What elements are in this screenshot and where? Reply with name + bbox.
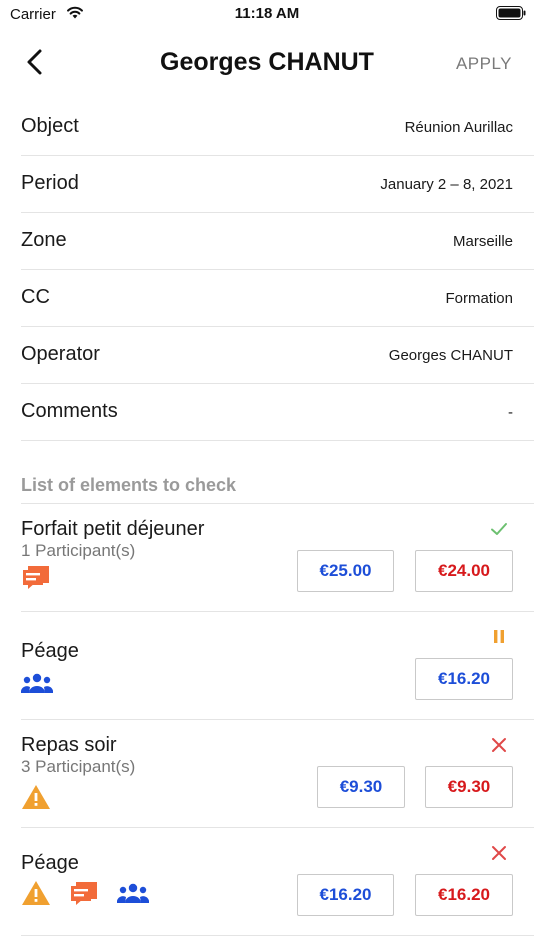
detail-value: Formation [445, 290, 513, 307]
detail-label: Comments [21, 400, 118, 422]
status-time: 11:18 AM [234, 5, 300, 22]
detail-row-object: Object Réunion Aurillac [21, 99, 534, 156]
section-title: List of elements to check [21, 475, 237, 495]
item-name: Péage [21, 852, 79, 874]
item-name: Forfait petit déjeuner [21, 518, 205, 540]
detail-value: Réunion Aurillac [404, 119, 513, 136]
comment-icon[interactable] [69, 878, 99, 908]
list-item[interactable]: Forfait petit déjeuner 1 Participant(s) … [21, 504, 534, 612]
item-name: Repas soir [21, 734, 117, 756]
warning-icon[interactable] [21, 784, 51, 810]
detail-label: Object [21, 115, 79, 137]
status-bar: Carrier 11:18 AM [0, 0, 534, 28]
item-icons [21, 562, 51, 592]
checked-amount-button[interactable]: €16.20 [415, 658, 513, 700]
cross-icon [492, 738, 506, 752]
detail-row-operator: Operator Georges CHANUT [21, 327, 534, 384]
detail-label: Period [21, 172, 79, 194]
cross-icon [492, 846, 506, 860]
detail-label: Zone [21, 229, 67, 251]
elements-list: Forfait petit déjeuner 1 Participant(s) … [0, 504, 534, 936]
original-amount-button[interactable]: €25.00 [297, 550, 394, 592]
warning-icon[interactable] [21, 880, 51, 906]
list-item[interactable]: Repas soir 3 Participant(s) €9.30 €9.30 [21, 720, 534, 828]
page-title: Georges CHANUT [160, 48, 374, 76]
apply-button[interactable]: APPLY [456, 54, 512, 74]
item-participants: 3 Participant(s) [21, 757, 136, 776]
group-icon[interactable] [21, 672, 53, 694]
details-list: Object Réunion Aurillac Period January 2… [0, 99, 534, 441]
original-amount-button[interactable]: €9.30 [317, 766, 405, 808]
comment-icon[interactable] [21, 562, 51, 592]
item-icons [21, 878, 149, 908]
back-chevron-icon[interactable] [24, 48, 46, 76]
item-name: Péage [21, 640, 79, 662]
detail-label: CC [21, 286, 50, 308]
detail-value: Georges CHANUT [388, 347, 513, 364]
item-icons [21, 672, 53, 694]
item-icons [21, 784, 51, 810]
detail-row-period: Period January 2 – 8, 2021 [21, 156, 534, 213]
detail-value: - [508, 404, 513, 421]
detail-row-comments: Comments - [21, 384, 534, 441]
checked-amount-button[interactable]: €16.20 [415, 874, 513, 916]
detail-row-cc: CC Formation [21, 270, 534, 327]
list-item[interactable]: Péage €16.20 [21, 612, 534, 720]
checked-amount-button[interactable]: €24.00 [415, 550, 513, 592]
list-item[interactable]: Péage €16.20 €16.20 [21, 828, 534, 936]
battery-icon [496, 6, 526, 20]
detail-label: Operator [21, 343, 100, 365]
navigation-bar: Georges CHANUT APPLY [0, 40, 534, 86]
checked-amount-button[interactable]: €9.30 [425, 766, 513, 808]
detail-row-zone: Zone Marseille [21, 213, 534, 270]
pause-icon [494, 630, 504, 643]
original-amount-button[interactable]: €16.20 [297, 874, 394, 916]
detail-value: January 2 – 8, 2021 [380, 176, 513, 193]
detail-value: Marseille [452, 233, 513, 250]
item-participants: 1 Participant(s) [21, 541, 136, 560]
group-icon[interactable] [117, 882, 149, 904]
check-icon [491, 523, 507, 535]
